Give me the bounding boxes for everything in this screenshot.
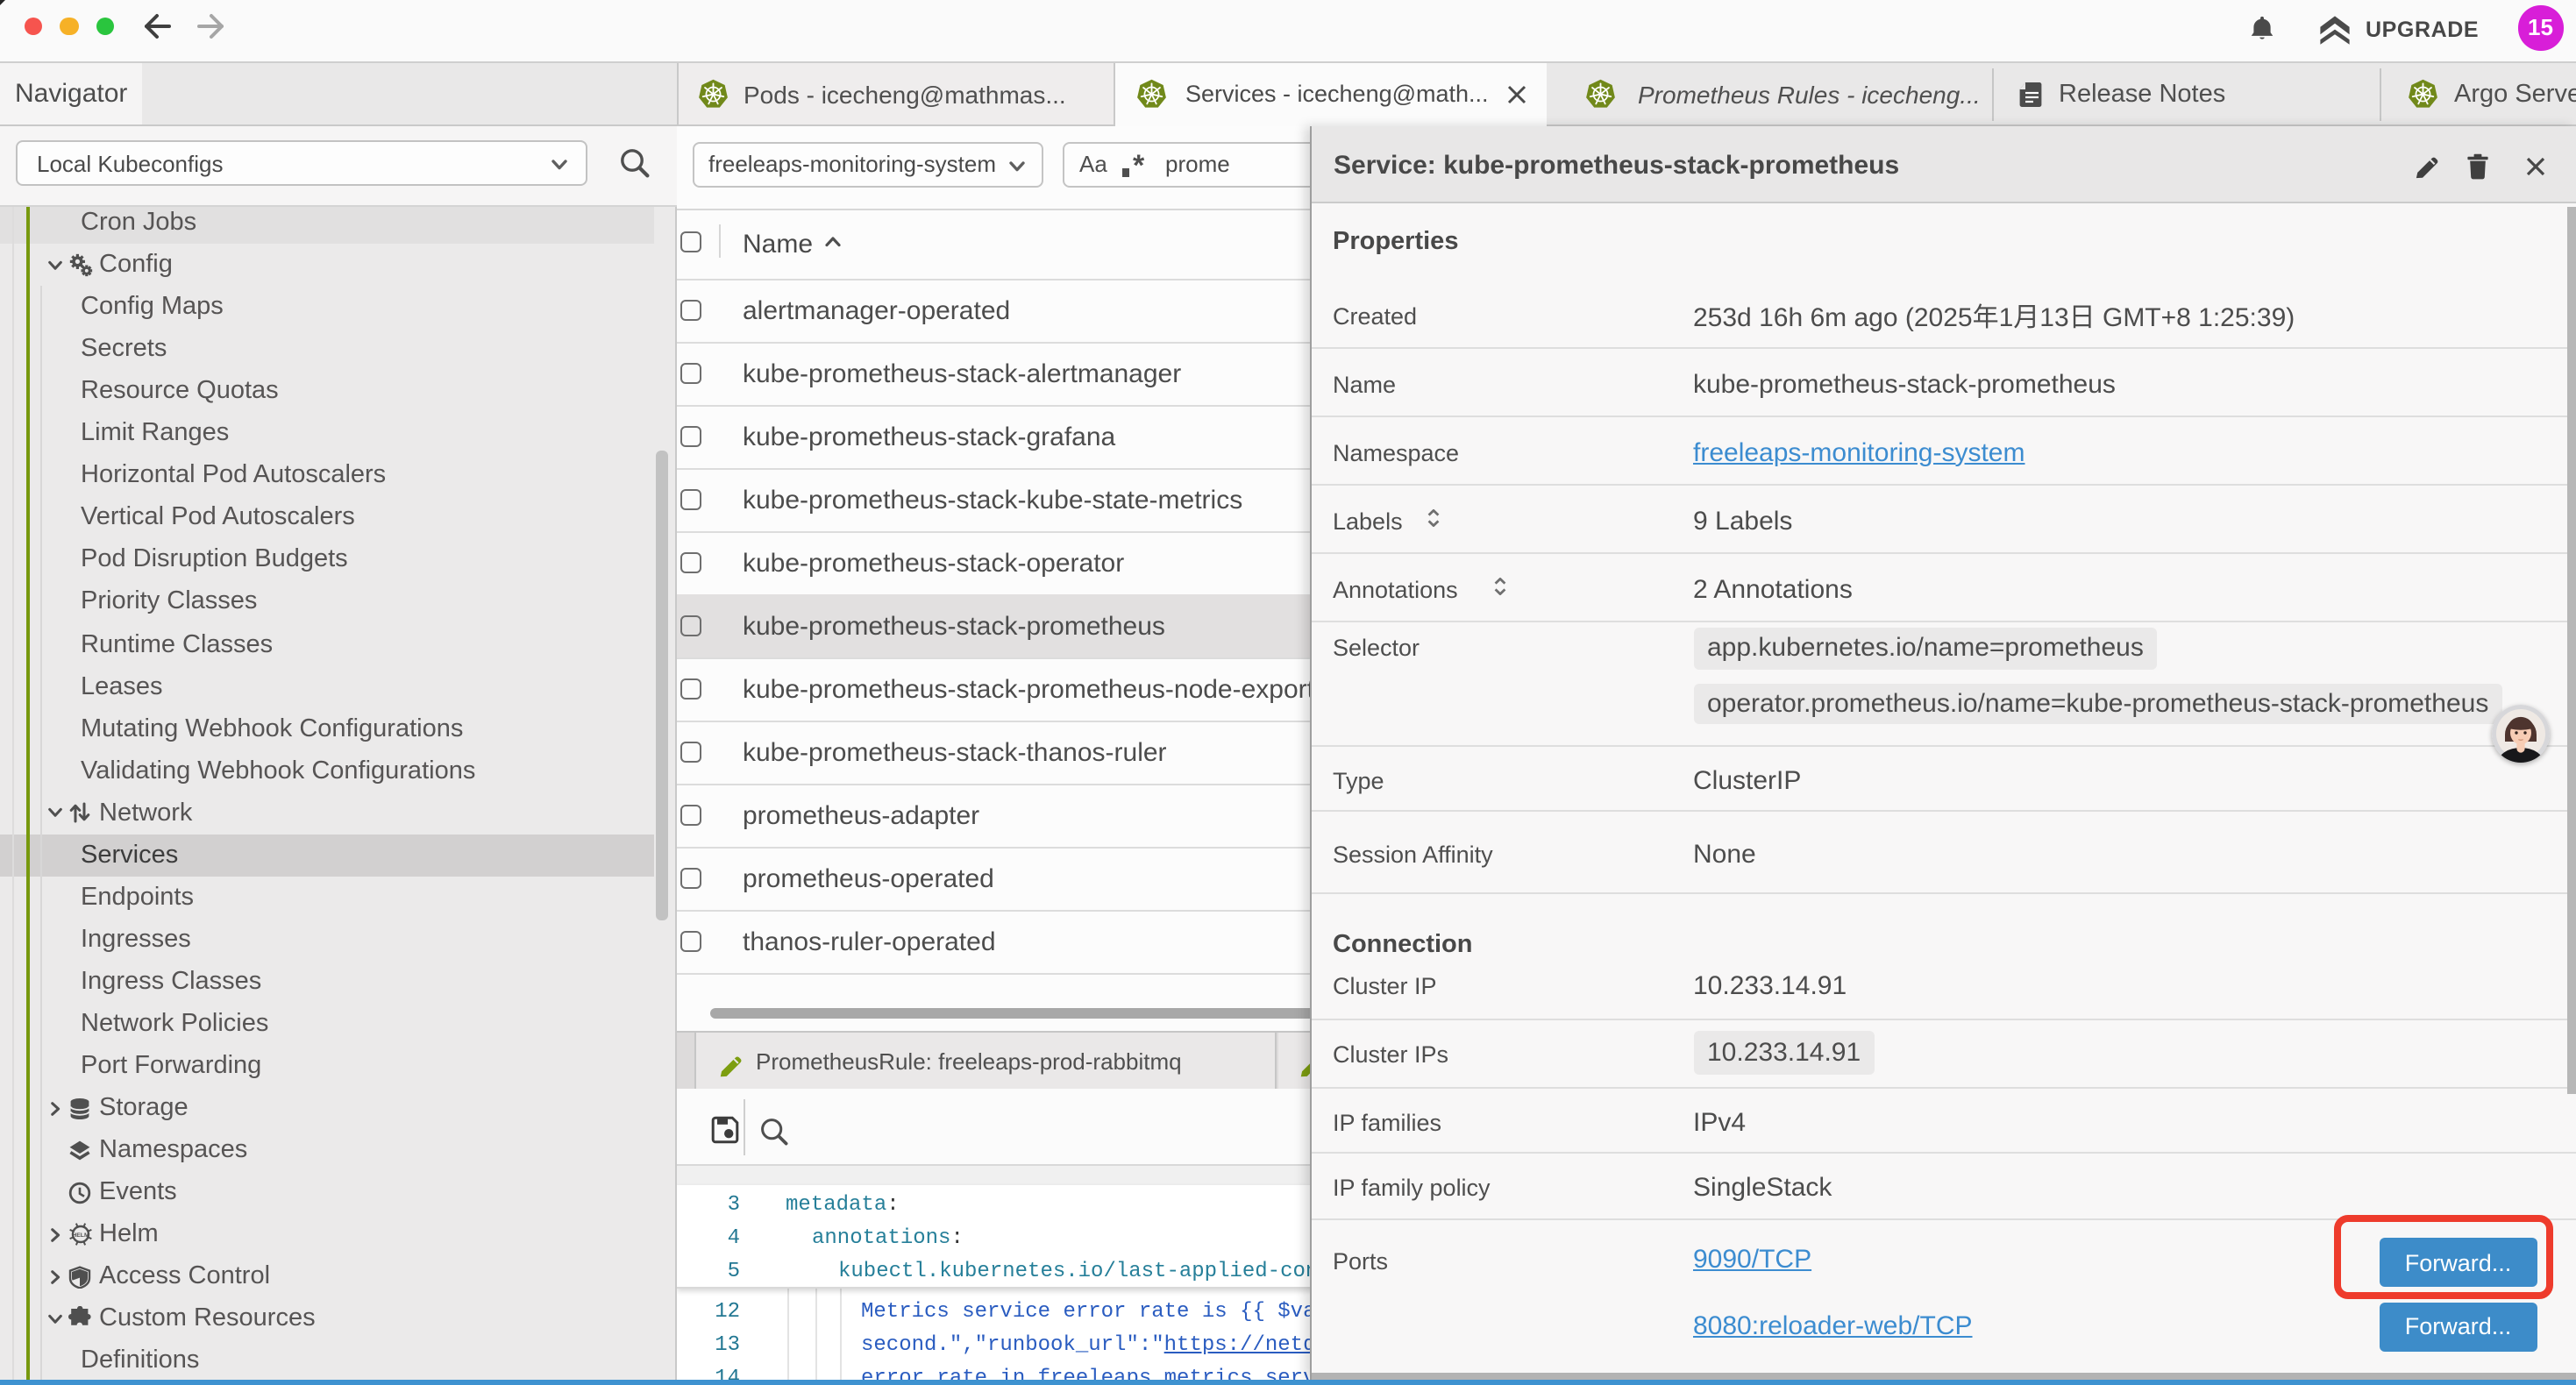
svg-text:HELM: HELM	[71, 1232, 89, 1239]
